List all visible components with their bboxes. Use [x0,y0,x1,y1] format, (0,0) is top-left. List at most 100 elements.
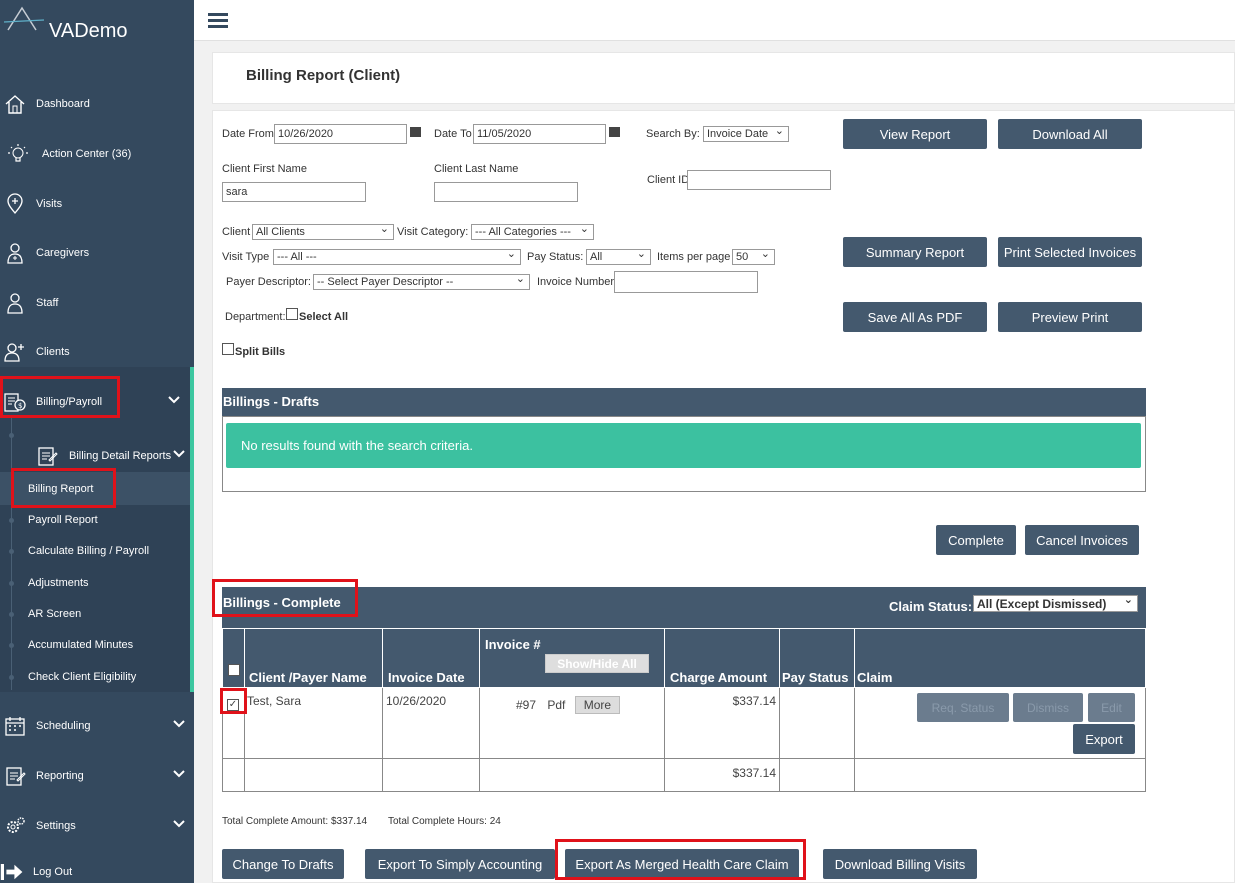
visit-type-label: Visit Type [222,251,270,263]
sidebar-item-staff[interactable]: Staff [0,288,194,318]
search-by-select[interactable]: Invoice Date [703,124,789,142]
preview-print-button[interactable]: Preview Print [998,302,1142,332]
sidebar-label: Scheduling [36,720,91,732]
select-all-header [222,628,245,688]
total-empty-cell [479,758,665,792]
empty-results-message: No results found with the search criteri… [241,438,473,453]
chevron-down-icon[interactable] [173,450,185,458]
sidebar-label: Dashboard [36,98,90,110]
table-total-row: $337.14 [222,758,1146,792]
pay-status-select[interactable]: All [586,247,651,265]
calendar-icon[interactable] [410,127,421,137]
sidebar-sub-check-eligibility[interactable]: Check Client Eligibility [28,671,136,683]
save-all-as-pdf-button[interactable]: Save All As PDF [843,302,987,332]
sidebar-item-action-center[interactable]: Action Center (36) [0,139,194,169]
svg-text:$: $ [18,402,22,410]
claim-status-select[interactable]: All (Except Dismissed) [973,593,1138,612]
sidebar-item-caregivers[interactable]: Caregivers [0,238,194,268]
select-all-checkbox[interactable] [286,308,298,320]
sidebar-item-billing-payroll[interactable]: $ Billing/Payroll [0,387,194,417]
pay-status-label: Pay Status: [527,251,584,263]
client-id-input[interactable] [687,170,831,190]
payer-descriptor-select[interactable]: -- Select Payer Descriptor -- [313,272,530,290]
total-complete-amount: Total Complete Amount: $337.14 [222,816,368,827]
items-per-page-label: Items per page [657,251,731,263]
chevron-down-icon[interactable] [173,820,185,828]
pay-status-cell [779,687,855,759]
sidebar-sub-ar-screen[interactable]: AR Screen [28,608,81,620]
invoice-number-input[interactable] [614,271,758,293]
sidebar-sub-calculate-billing[interactable]: Calculate Billing / Payroll [28,545,149,557]
invoice-date-cell: 10/26/2020 [382,687,480,759]
complete-button[interactable]: Complete [936,525,1016,555]
client-select[interactable]: All Clients [252,222,394,240]
sidebar-group-billing-detail-reports[interactable]: Billing Detail Reports [0,441,194,471]
sidebar-item-reporting[interactable]: Reporting [0,761,194,791]
edit-button[interactable]: Edit [1088,693,1135,722]
sidebar-sub-payroll-report[interactable]: Payroll Report [28,514,98,526]
export-button[interactable]: Export [1073,724,1135,754]
client-first-name-input[interactable] [222,182,366,202]
sidebar-sub-adjustments[interactable]: Adjustments [28,577,89,589]
change-to-drafts-button[interactable]: Change To Drafts [222,849,344,879]
reporting-icon [3,764,27,788]
row-checkbox-checked[interactable]: ✓ [227,699,239,711]
sidebar-label: Reporting [36,770,84,782]
sidebar-item-logout[interactable]: Log Out [0,857,194,883]
sidebar-sub-accumulated-minutes[interactable]: Accumulated Minutes [28,639,133,651]
download-all-button[interactable]: Download All [998,119,1142,149]
hamburger-menu-icon[interactable] [208,13,228,29]
pdf-link[interactable]: Pdf [547,698,565,712]
visit-type-select[interactable]: --- All --- [273,247,521,265]
complete-panel-header: Billings - Complete Claim Status: All (E… [222,587,1146,628]
chevron-down-icon[interactable] [173,720,185,728]
sidebar-label: Log Out [33,866,73,878]
date-to-input[interactable] [473,124,606,144]
date-to-label: Date To [434,128,472,140]
chevron-down-icon[interactable] [173,770,185,778]
items-per-page-value: 50 [736,251,749,263]
app-logo[interactable]: VADemo [0,0,194,60]
map-pin-icon [3,192,27,216]
staff-icon [3,291,27,315]
date-from-input[interactable] [274,124,407,144]
sidebar-item-clients[interactable]: Clients [0,337,194,367]
client-name-cell: Test, Sara [244,687,383,759]
calendar-icon[interactable] [609,127,620,137]
more-button[interactable]: More [574,696,621,714]
payer-descriptor-label: Payer Descriptor: [226,276,311,288]
chevron-down-icon[interactable] [168,396,180,404]
show-hide-all-button[interactable]: Show/Hide All [545,654,649,673]
sidebar-sub-billing-report[interactable]: Billing Report [28,483,93,495]
select-all-label: Select All [299,311,349,323]
search-by-label: Search By: [646,128,700,140]
summary-report-button[interactable]: Summary Report [843,237,987,267]
sidebar-item-dashboard[interactable]: Dashboard [0,89,194,119]
visit-category-select[interactable]: --- All Categories --- [471,222,594,240]
export-simply-accounting-button[interactable]: Export To Simply Accounting [365,849,555,879]
cancel-invoices-button[interactable]: Cancel Invoices [1025,525,1139,555]
page-header: Billing Report (Client) [212,52,1235,104]
row-select-cell: ✓ [222,687,245,759]
download-billing-visits-button[interactable]: Download Billing Visits [823,849,977,879]
claim-status-label: Claim Status: [889,599,973,614]
home-icon [3,92,27,116]
split-bills-checkbox[interactable] [222,343,234,355]
table-row[interactable]: ✓ Test, Sara 10/26/2020 #97 Pdf More $33… [222,687,1146,759]
items-per-page-select[interactable]: 50 [732,247,775,265]
pay-status-value: All [590,251,603,263]
print-selected-invoices-button[interactable]: Print Selected Invoices [998,237,1142,267]
split-bills-label: Split Bills [235,346,286,358]
total-empty-cell [382,758,480,792]
sidebar-item-settings[interactable]: Settings [0,811,194,841]
client-last-name-input[interactable] [434,182,578,202]
export-merged-claim-button[interactable]: Export As Merged Health Care Claim [565,849,799,879]
sidebar-item-visits[interactable]: Visits [0,189,194,219]
select-all-rows-checkbox[interactable] [227,664,240,676]
visit-category-value: --- All Categories --- [475,226,571,238]
req-status-button[interactable]: Req. Status [917,693,1009,722]
view-report-button[interactable]: View Report [843,119,987,149]
invoice-number-link[interactable]: #97 [516,698,536,712]
dismiss-button[interactable]: Dismiss [1013,693,1083,722]
sidebar-item-scheduling[interactable]: Scheduling [0,711,194,741]
